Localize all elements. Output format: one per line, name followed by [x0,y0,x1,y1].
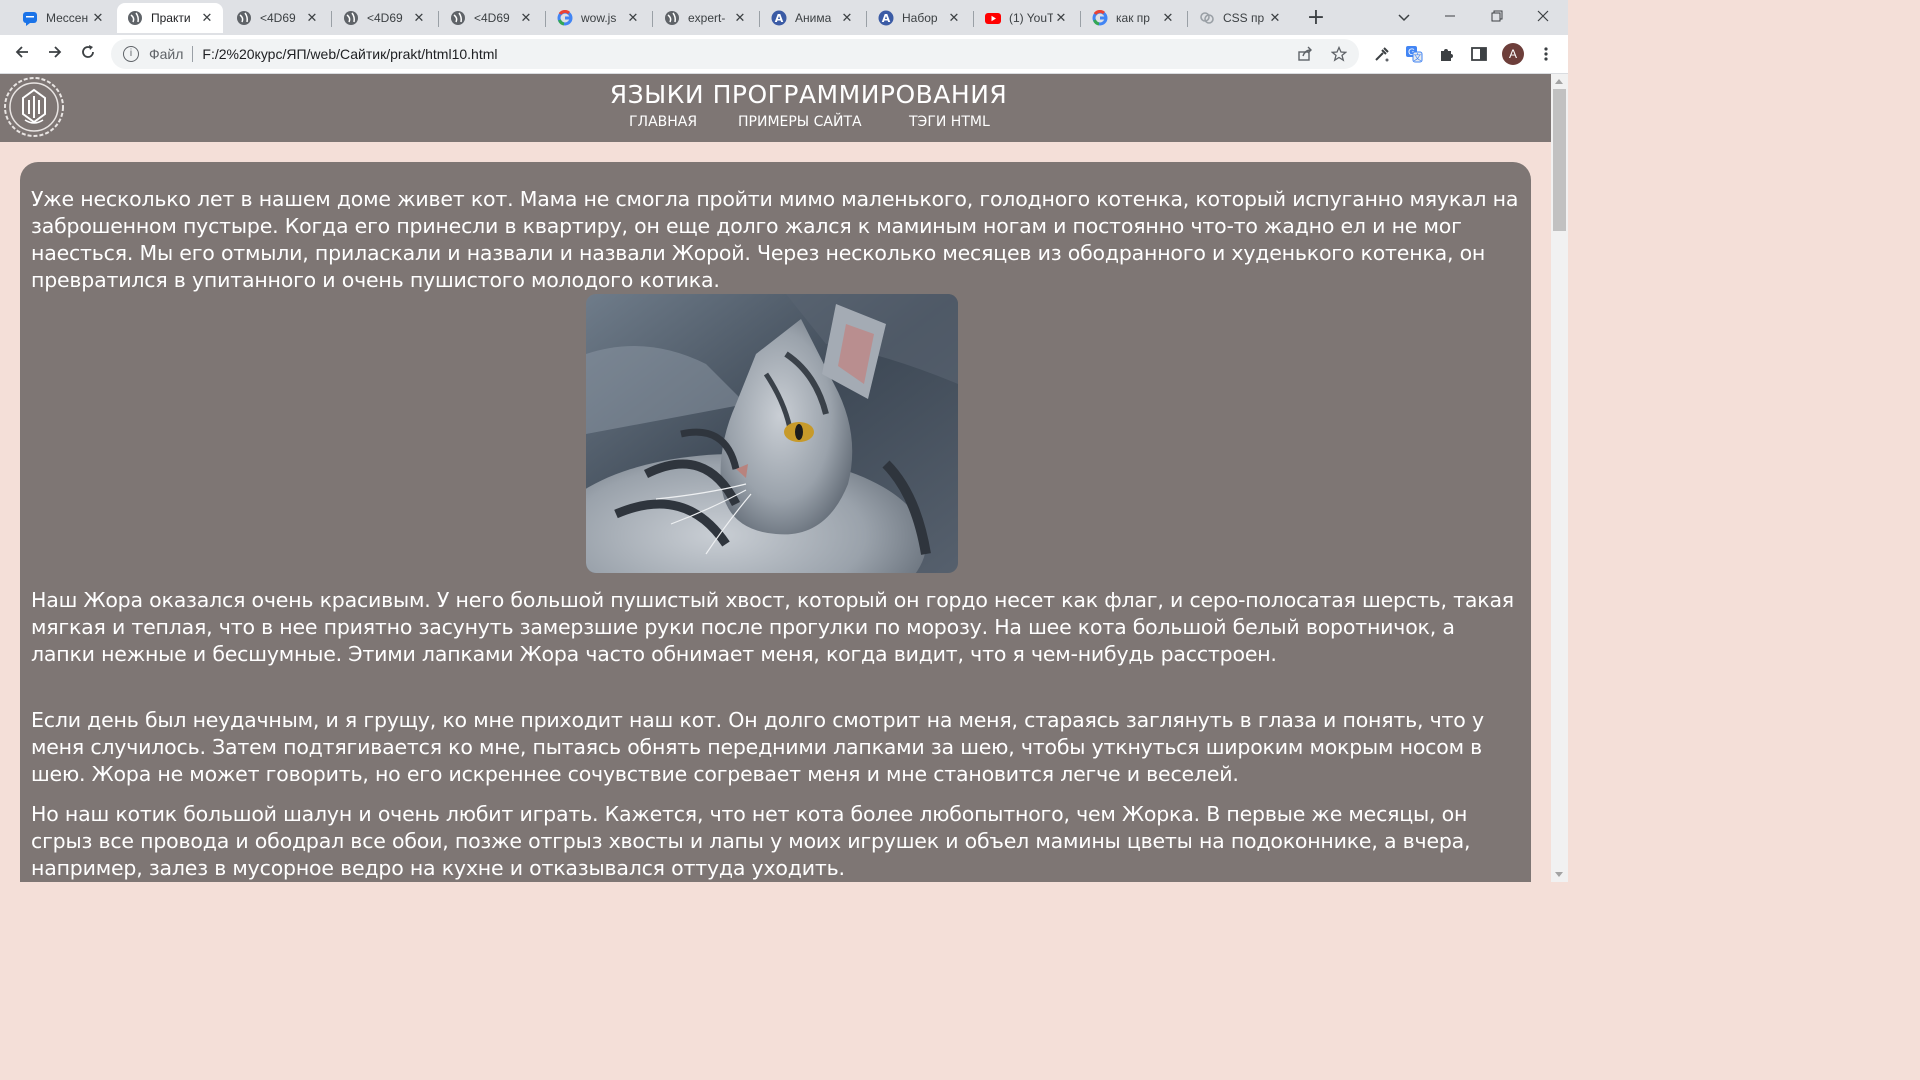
messenger-icon [22,10,38,26]
globe-icon [450,10,466,26]
a-icon: A [878,10,894,26]
sidepanel-icon[interactable] [1467,42,1491,66]
close-icon[interactable]: ✕ [518,10,534,26]
minimize-button[interactable] [1427,0,1473,35]
tab-4d69-3[interactable]: <4D69 ✕ [440,3,542,33]
tab-title: expert- [688,11,726,25]
close-icon[interactable]: ✕ [411,10,427,26]
site-nav: ГЛАВНАЯ ПРИМЕРЫ САЙТА ТЭГИ HTML [0,114,1551,134]
nav-link-home[interactable]: ГЛАВНАЯ [629,114,697,130]
chevron-down-icon [1398,10,1410,26]
back-button[interactable] [9,41,35,67]
youtube-icon [985,10,1001,26]
nav-link-examples[interactable]: ПРИМЕРЫ САЙТА [738,114,862,130]
tab-title: Мессен [46,11,89,25]
address-bar[interactable]: i Файл F:/2%20курс/ЯП/web/Сайтик/prakt/h… [111,39,1359,69]
a-icon: A [771,10,787,26]
profile-avatar[interactable]: A [1502,43,1524,65]
tab-praktika[interactable]: Практи ✕ [117,3,223,33]
tab-animation[interactable]: A Анима ✕ [761,3,863,33]
svg-text:A: A [775,12,784,25]
article-card: Уже несколько лет в нашем доме живет кот… [20,162,1531,882]
browser-toolbar: i Файл F:/2%20курс/ЯП/web/Сайтик/prakt/h… [0,35,1568,74]
tab-css[interactable]: CSS пр ✕ [1189,3,1291,33]
nav-link-html-tags[interactable]: ТЭГИ HTML [909,114,990,130]
tab-messenger[interactable]: Мессен ✕ [12,3,114,33]
share-icon[interactable] [1297,39,1313,69]
css-icon [1199,10,1215,26]
tab-title: Практи [151,11,191,25]
close-icon[interactable]: ✕ [732,10,748,26]
translate-icon[interactable]: G文 [1402,42,1426,66]
new-tab-button[interactable]: + [1303,4,1329,30]
google-icon [557,10,573,26]
page-scrollbar[interactable] [1551,74,1568,882]
article-paragraph-4: Но наш котик большой шалун и очень любит… [31,802,1471,880]
reload-button[interactable] [75,41,101,67]
arrow-right-icon [47,44,63,64]
restore-button[interactable] [1474,0,1520,35]
scroll-up-arrow-icon[interactable] [1555,79,1563,84]
tab-title: CSS пр [1223,11,1265,25]
tab-title: <4D69 [367,11,403,25]
reload-icon [80,44,96,64]
globe-icon [236,10,252,26]
tab-title: Анима [795,11,832,25]
star-icon[interactable] [1331,39,1347,69]
page-viewport: ЯЗЫКИ ПРОГРАММИРОВАНИЯ ГЛАВНАЯ ПРИМЕРЫ С… [0,74,1551,882]
article-paragraph-3: Если день был неудачным, и я грущу, ко м… [31,708,1484,786]
info-icon[interactable]: i [123,46,139,62]
globe-icon [664,10,680,26]
close-icon[interactable]: ✕ [625,10,641,26]
close-icon[interactable]: ✕ [1053,10,1069,26]
tab-expert[interactable]: expert- ✕ [654,3,756,33]
site-title: ЯЗЫКИ ПРОГРАММИРОВАНИЯ [609,80,1008,109]
close-icon[interactable]: ✕ [946,10,962,26]
tab-strip: Мессен ✕ Практи ✕ <4D69 ✕ <4D69 ✕ <4D69 … [0,0,1568,35]
scheme-label: Файл [149,46,184,62]
tab-4d69-2[interactable]: <4D69 ✕ [333,3,435,33]
article-paragraph-1: Уже несколько лет в нашем доме живет кот… [31,187,1519,292]
close-icon[interactable]: ✕ [199,10,215,26]
site-header: ЯЗЫКИ ПРОГРАММИРОВАНИЯ ГЛАВНАЯ ПРИМЕРЫ С… [0,74,1551,142]
tab-wowjs[interactable]: wow.js ✕ [547,3,649,33]
cat-photo [586,294,958,573]
eyedropper-icon[interactable] [1370,42,1394,66]
tab-4d69-1[interactable]: <4D69 ✕ [226,3,328,33]
close-icon[interactable]: ✕ [1160,10,1176,26]
tab-title: Набор [902,11,938,25]
tab-title: <4D69 [474,11,510,25]
menu-icon[interactable] [1534,42,1558,66]
close-icon[interactable]: ✕ [1267,10,1283,26]
svg-text:A: A [882,12,891,25]
scrollbar-thumb[interactable] [1553,89,1566,231]
url-text[interactable]: F:/2%20курс/ЯП/web/Сайтик/prakt/html10.h… [202,46,497,62]
tab-youtube[interactable]: (1) YouT ✕ [975,3,1077,33]
close-icon[interactable]: ✕ [839,10,855,26]
tab-title: (1) YouT [1009,11,1053,25]
globe-icon [343,10,359,26]
tab-title: как пр [1116,11,1150,25]
article-paragraph-2: Наш Жора оказался очень красивым. У него… [31,588,1514,666]
puzzle-icon[interactable] [1435,42,1459,66]
restore-icon [1491,10,1503,26]
scroll-down-arrow-icon[interactable] [1555,872,1563,877]
google-icon [1092,10,1108,26]
tab-kak-pr[interactable]: как пр ✕ [1082,3,1184,33]
tab-title: wow.js [581,11,617,25]
forward-button[interactable] [42,41,68,67]
close-icon [1537,10,1549,26]
minimize-icon [1444,10,1456,26]
close-icon[interactable]: ✕ [90,10,106,26]
globe-icon [127,10,143,26]
tab-search-button[interactable] [1381,0,1427,35]
tab-nabor[interactable]: A Набор ✕ [868,3,970,33]
arrow-left-icon [14,44,30,64]
tab-title: <4D69 [260,11,296,25]
close-window-button[interactable] [1520,0,1566,35]
svg-text:文: 文 [1414,52,1422,62]
close-icon[interactable]: ✕ [304,10,320,26]
